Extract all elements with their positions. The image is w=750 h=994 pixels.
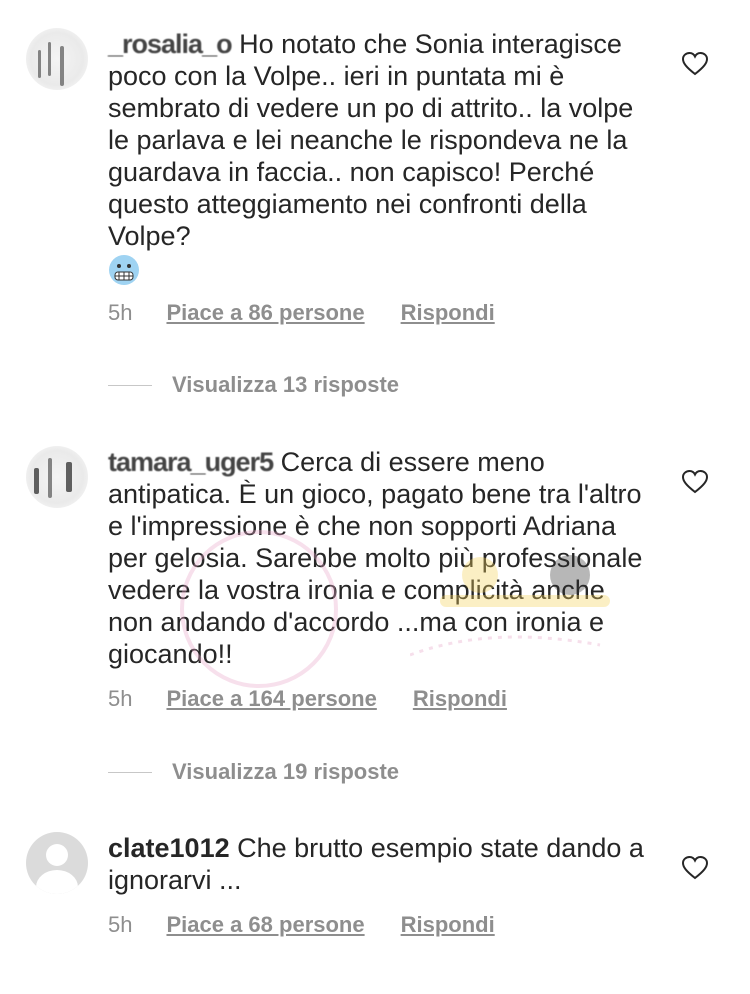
- comment-username[interactable]: clate1012: [108, 833, 230, 863]
- watermark-logo: [180, 530, 338, 688]
- comment-body: Ho notato che Sonia interagisce poco con…: [108, 29, 641, 251]
- reply-button[interactable]: Rispondi: [401, 912, 495, 938]
- reply-button[interactable]: Rispondi: [413, 686, 507, 712]
- comment-time: 5h: [108, 912, 133, 937]
- comment-text: clate1012 Che brutto esempio state dando…: [108, 832, 653, 896]
- likes-link[interactable]: Piace a 68 persone: [166, 912, 364, 938]
- view-replies-button[interactable]: Visualizza 13 risposte: [108, 372, 399, 398]
- heart-icon[interactable]: [682, 52, 708, 76]
- comment-time: 5h: [108, 300, 133, 325]
- avatar[interactable]: [26, 832, 88, 894]
- view-replies-button[interactable]: Visualizza 19 risposte: [108, 759, 399, 785]
- replies-divider: [108, 384, 152, 386]
- comment-username[interactable]: _rosalia_o: [108, 29, 233, 59]
- view-replies-label: Visualizza 19 risposte: [172, 759, 400, 784]
- comment-time: 5h: [108, 686, 133, 711]
- comment-meta: 5h Piace a 86 persone Rispondi: [108, 300, 495, 326]
- heart-icon[interactable]: [682, 470, 708, 494]
- comment-meta: 5h Piace a 164 persone Rispondi: [108, 686, 507, 712]
- replies-divider: [108, 771, 152, 773]
- grimacing-face-emoji: [109, 254, 139, 285]
- comment-text: _rosalia_o Ho notato che Sonia interagis…: [108, 28, 653, 286]
- likes-link[interactable]: Piace a 86 persone: [166, 300, 364, 326]
- avatar[interactable]: [26, 28, 88, 90]
- comment-meta: 5h Piace a 68 persone Rispondi: [108, 912, 495, 938]
- avatar[interactable]: [26, 446, 88, 508]
- comment-username[interactable]: tamara_uger5: [108, 447, 274, 477]
- reply-button[interactable]: Rispondi: [401, 300, 495, 326]
- heart-icon[interactable]: [682, 856, 708, 880]
- likes-link[interactable]: Piace a 164 persone: [166, 686, 376, 712]
- view-replies-label: Visualizza 13 risposte: [172, 372, 400, 397]
